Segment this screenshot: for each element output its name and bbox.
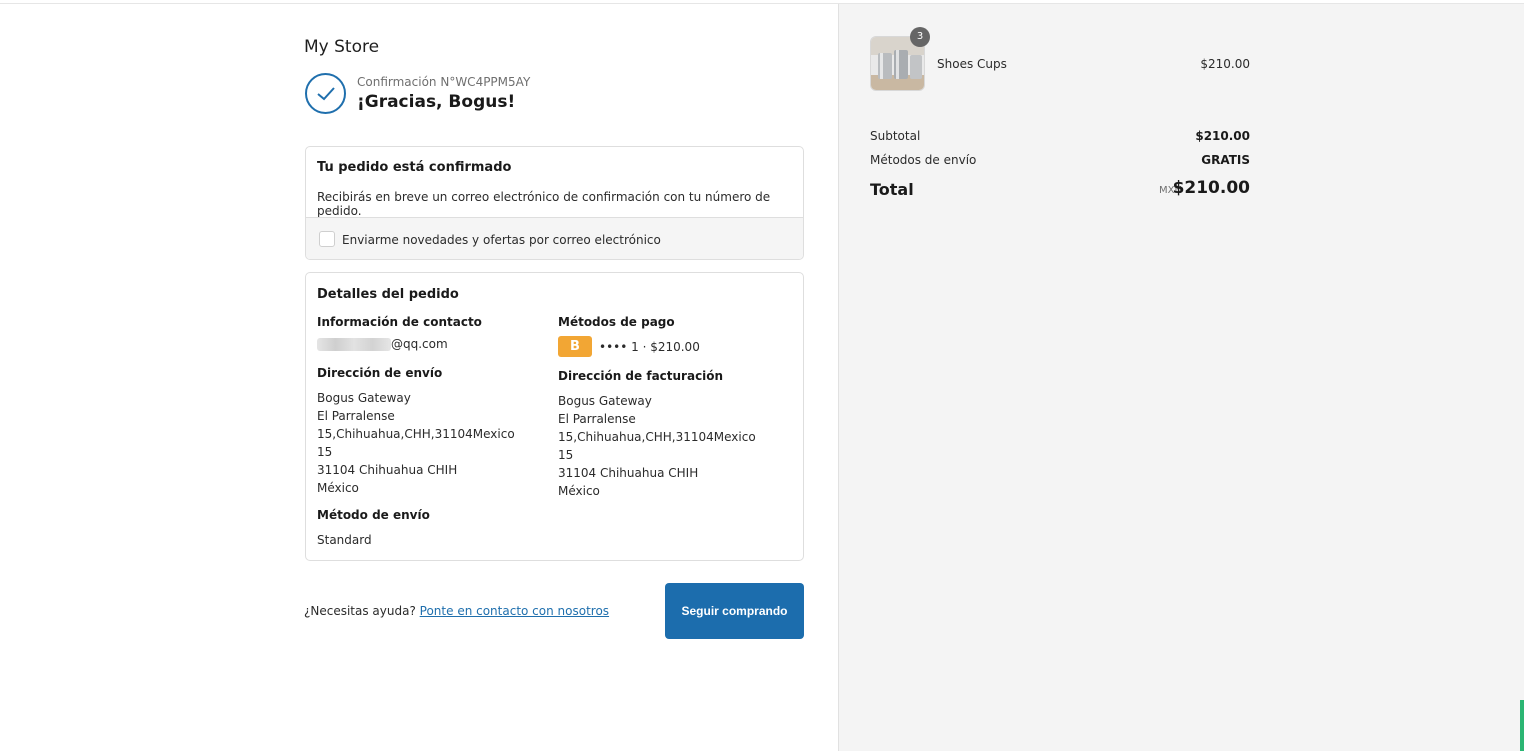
order-details-card: Detalles del pedido Información de conta… bbox=[305, 272, 804, 561]
order-confirmed-title: Tu pedido está confirmado bbox=[317, 160, 512, 175]
billing-address-heading: Dirección de facturación bbox=[558, 369, 724, 383]
product-name: Shoes Cups bbox=[937, 57, 1007, 71]
address-line: 31104 Chihuahua CHIH bbox=[558, 466, 699, 480]
confirmation-number: Confirmación N°WC4PPM5AY bbox=[357, 75, 531, 89]
payment-heading: Métodos de pago bbox=[558, 315, 675, 329]
address-line: México bbox=[317, 481, 359, 495]
thank-you-heading: ¡Gracias, Bogus! bbox=[357, 92, 516, 112]
address-line: Bogus Gateway bbox=[558, 394, 652, 408]
contact-heading: Información de contacto bbox=[317, 315, 482, 329]
checkmark-icon bbox=[305, 73, 346, 114]
shipping-address-block: Bogus Gateway El Parralense 15,Chihuahua… bbox=[317, 389, 515, 497]
shipping-method-value: Standard bbox=[317, 533, 372, 547]
newsletter-checkbox[interactable] bbox=[319, 231, 335, 247]
help-question: ¿Necesitas ayuda? bbox=[304, 604, 416, 618]
payment-brand-icon: B bbox=[558, 336, 592, 357]
store-name[interactable]: My Store bbox=[304, 37, 379, 57]
address-line: El Parralense bbox=[558, 412, 636, 426]
total-label: Total bbox=[870, 180, 914, 199]
continue-shopping-button[interactable]: Seguir comprando bbox=[665, 583, 804, 639]
contact-email: @qq.com bbox=[391, 337, 448, 351]
address-line: 15 bbox=[558, 448, 574, 462]
address-line: Bogus Gateway bbox=[317, 391, 411, 405]
shipping-address-heading: Dirección de envío bbox=[317, 366, 443, 380]
order-details-title: Detalles del pedido bbox=[317, 287, 459, 302]
product-price: $210.00 bbox=[1200, 57, 1250, 71]
subtotal-value: $210.00 bbox=[1195, 129, 1250, 143]
help-text: ¿Necesitas ayuda? Ponte en contacto con … bbox=[304, 604, 609, 618]
order-confirmed-card: Tu pedido está confirmado Recibirás en b… bbox=[305, 146, 804, 260]
newsletter-label[interactable]: Enviarme novedades y ofertas por correo … bbox=[342, 233, 661, 247]
subtotal-label: Subtotal bbox=[870, 129, 921, 143]
shipping-method-heading: Método de envío bbox=[317, 508, 430, 522]
shipping-label: Métodos de envío bbox=[870, 153, 977, 167]
contact-link[interactable]: Ponte en contacto con nosotros bbox=[420, 604, 609, 618]
address-line: 15,Chihuahua,CHH,31104Mexico bbox=[317, 427, 515, 441]
quantity-badge: 3 bbox=[910, 27, 930, 47]
address-line: México bbox=[558, 484, 600, 498]
address-line: 15,Chihuahua,CHH,31104Mexico bbox=[558, 430, 756, 444]
email-redacted bbox=[317, 338, 391, 351]
order-summary-panel bbox=[838, 4, 1524, 751]
payment-details: •••• 1 · $210.00 bbox=[599, 340, 700, 354]
newsletter-optin[interactable]: Enviarme novedades y ofertas por correo … bbox=[306, 217, 803, 259]
scroll-indicator bbox=[1520, 700, 1524, 751]
total-value: $210.00 bbox=[1172, 178, 1250, 198]
address-line: 15 bbox=[317, 445, 333, 459]
address-line: El Parralense bbox=[317, 409, 395, 423]
address-line: 31104 Chihuahua CHIH bbox=[317, 463, 458, 477]
order-confirmed-description: Recibirás en breve un correo electrónico… bbox=[317, 190, 771, 218]
shipping-value: GRATIS bbox=[1201, 153, 1250, 167]
billing-address-block: Bogus Gateway El Parralense 15,Chihuahua… bbox=[558, 392, 756, 500]
